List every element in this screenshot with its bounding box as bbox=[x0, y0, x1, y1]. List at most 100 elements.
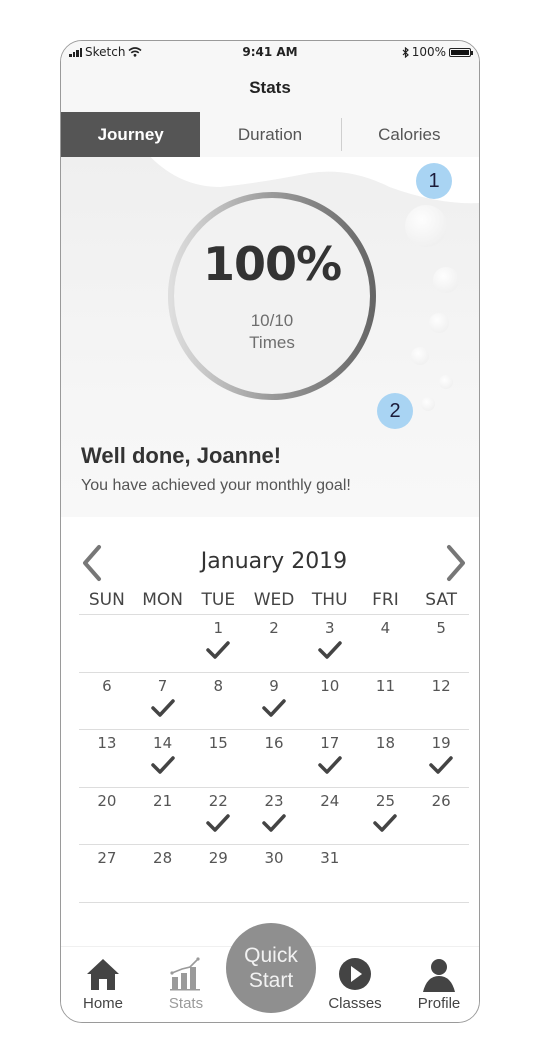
nav-profile[interactable]: Profile bbox=[404, 947, 474, 1022]
calendar-day-number: 30 bbox=[264, 849, 284, 867]
calendar-day[interactable]: 30 bbox=[246, 845, 302, 902]
calendar-week-row: 20 21 22 23 24 25 26 bbox=[79, 788, 469, 845]
calendar-day-number: 5 bbox=[436, 619, 446, 637]
checkmark-icon bbox=[262, 813, 286, 832]
nav-stats[interactable]: Stats bbox=[151, 947, 221, 1022]
calendar-day[interactable]: 12 bbox=[413, 673, 469, 730]
annotation-badge-1: 1 bbox=[416, 163, 452, 199]
calendar-day[interactable]: 3 bbox=[302, 615, 358, 672]
progress-unit: Times bbox=[249, 333, 295, 352]
nav-home[interactable]: Home bbox=[68, 947, 138, 1022]
calendar-day-number: 20 bbox=[97, 791, 117, 810]
calendar-day[interactable]: 2 bbox=[246, 615, 302, 672]
weekday-label: TUE bbox=[201, 590, 236, 610]
calendar-week-row: 6 7 8 9 10 11 12 bbox=[79, 673, 469, 730]
tab-journey[interactable]: Journey bbox=[61, 112, 201, 157]
checkmark-icon bbox=[317, 641, 342, 659]
next-month-button[interactable] bbox=[441, 543, 471, 583]
decorative-bubble bbox=[429, 313, 449, 333]
calendar-day-number: 29 bbox=[208, 849, 228, 867]
calendar-day[interactable]: 24 bbox=[302, 788, 358, 845]
weekday-label: FRI bbox=[372, 590, 399, 610]
calendar-day[interactable]: 23 bbox=[246, 788, 302, 845]
calendar-day-number: 12 bbox=[431, 676, 451, 695]
calendar-day-number bbox=[135, 615, 191, 619]
calendar-day-number: 19 bbox=[431, 734, 451, 752]
battery-percent: 100% bbox=[411, 45, 446, 59]
stats-tabs: Journey Duration Calories bbox=[61, 112, 479, 157]
calendar-day[interactable]: 18 bbox=[358, 730, 414, 787]
checkmark-icon bbox=[262, 698, 286, 717]
calendar-day[interactable]: 17 bbox=[302, 730, 358, 787]
calendar-day[interactable]: 5 bbox=[413, 615, 469, 672]
checkmark-icon bbox=[150, 756, 175, 774]
calendar-day[interactable]: 7 bbox=[135, 673, 191, 730]
previous-month-button[interactable] bbox=[77, 543, 107, 583]
calendar-empty-cell bbox=[79, 615, 135, 672]
bottom-nav: Home Stats Quick Start Classes Profile bbox=[61, 923, 479, 1022]
calendar-day[interactable]: 31 bbox=[302, 845, 358, 902]
calendar-day-number: 25 bbox=[375, 791, 395, 810]
header: Stats bbox=[61, 63, 479, 112]
calendar-day[interactable]: 10 bbox=[302, 673, 358, 730]
progress-hero: 100% 10/10 Times 1 2 Well done, Joanne! … bbox=[61, 157, 479, 517]
calendar-day-number: 22 bbox=[208, 791, 228, 810]
calendar-day-number: 4 bbox=[380, 619, 391, 637]
calendar-day[interactable]: 14 bbox=[135, 730, 191, 787]
calendar-day[interactable]: 15 bbox=[190, 730, 246, 787]
nav-classes-label: Classes bbox=[328, 995, 382, 1012]
calendar-day-number: 11 bbox=[375, 676, 395, 695]
quick-start-line2: Start bbox=[248, 969, 294, 992]
calendar-day-number: 16 bbox=[264, 734, 284, 752]
quick-start-button[interactable]: Quick Start bbox=[226, 923, 316, 1013]
nav-home-label: Home bbox=[82, 995, 123, 1012]
calendar-day[interactable]: 9 bbox=[246, 673, 302, 730]
quick-start-line1: Quick bbox=[244, 944, 298, 967]
calendar-day-number: 21 bbox=[153, 791, 173, 810]
nav-classes[interactable]: Classes bbox=[320, 947, 390, 1022]
calendar-day-number: 17 bbox=[320, 734, 340, 752]
status-bar: Sketch 9:41 AM 100% bbox=[61, 41, 479, 63]
weekday-header: SUN MON TUE WED THU FRI SAT bbox=[79, 587, 469, 615]
calendar-day-number: 24 bbox=[320, 791, 340, 810]
calendar-day[interactable]: 8 bbox=[190, 673, 246, 730]
calendar-day[interactable]: 29 bbox=[190, 845, 246, 902]
calendar-day[interactable]: 19 bbox=[413, 730, 469, 787]
calendar-day[interactable]: 1 bbox=[190, 615, 246, 672]
calendar-day[interactable]: 16 bbox=[246, 730, 302, 787]
calendar-day-number bbox=[413, 845, 469, 849]
calendar-day[interactable]: 28 bbox=[135, 845, 191, 902]
calendar-day-number: 7 bbox=[157, 676, 168, 695]
calendar-day[interactable]: 11 bbox=[358, 673, 414, 730]
stats-icon bbox=[170, 957, 200, 991]
calendar-day[interactable]: 20 bbox=[79, 788, 135, 845]
checkmark-icon bbox=[429, 756, 453, 774]
calendar-day-number: 1 bbox=[213, 619, 224, 637]
calendar-day[interactable]: 21 bbox=[135, 788, 191, 845]
calendar-month-title: January 2019 bbox=[200, 549, 348, 574]
calendar-day[interactable]: 26 bbox=[413, 788, 469, 845]
calendar-day-number: 8 bbox=[213, 676, 224, 695]
calendar-day-number: 18 bbox=[375, 734, 395, 752]
tab-divider bbox=[341, 118, 342, 151]
weekday-label: THU bbox=[311, 590, 348, 610]
tab-calories[interactable]: Calories bbox=[340, 112, 479, 157]
calendar-day[interactable]: 25 bbox=[358, 788, 414, 845]
phone-frame: Sketch 9:41 AM 100% Stats Journey Durati… bbox=[60, 40, 480, 1023]
calendar-day[interactable]: 27 bbox=[79, 845, 135, 902]
calendar-day[interactable]: 13 bbox=[79, 730, 135, 787]
checkmark-icon bbox=[206, 813, 231, 832]
calendar-day[interactable]: 4 bbox=[358, 615, 414, 672]
decorative-bubble bbox=[405, 205, 447, 247]
checkmark-icon bbox=[206, 641, 231, 659]
tab-duration[interactable]: Duration bbox=[200, 112, 339, 157]
nav-profile-label: Profile bbox=[417, 995, 461, 1012]
decorative-bubble bbox=[439, 375, 453, 389]
calendar-day-number: 31 bbox=[320, 849, 340, 867]
calendar-day[interactable]: 6 bbox=[79, 673, 135, 730]
congrats-subtitle: You have achieved your monthly goal! bbox=[81, 477, 351, 494]
calendar-day[interactable]: 22 bbox=[190, 788, 246, 845]
calendar: January 2019 SUN MON TUE WED THU FRI SAT… bbox=[79, 537, 469, 903]
calendar-grid: 1 2 3 4 5 6 7 8 9 10 11 12 13 14 15 16 17 18 19 20 21 22 23 24 2… bbox=[79, 615, 469, 903]
calendar-day-number: 9 bbox=[269, 676, 279, 695]
